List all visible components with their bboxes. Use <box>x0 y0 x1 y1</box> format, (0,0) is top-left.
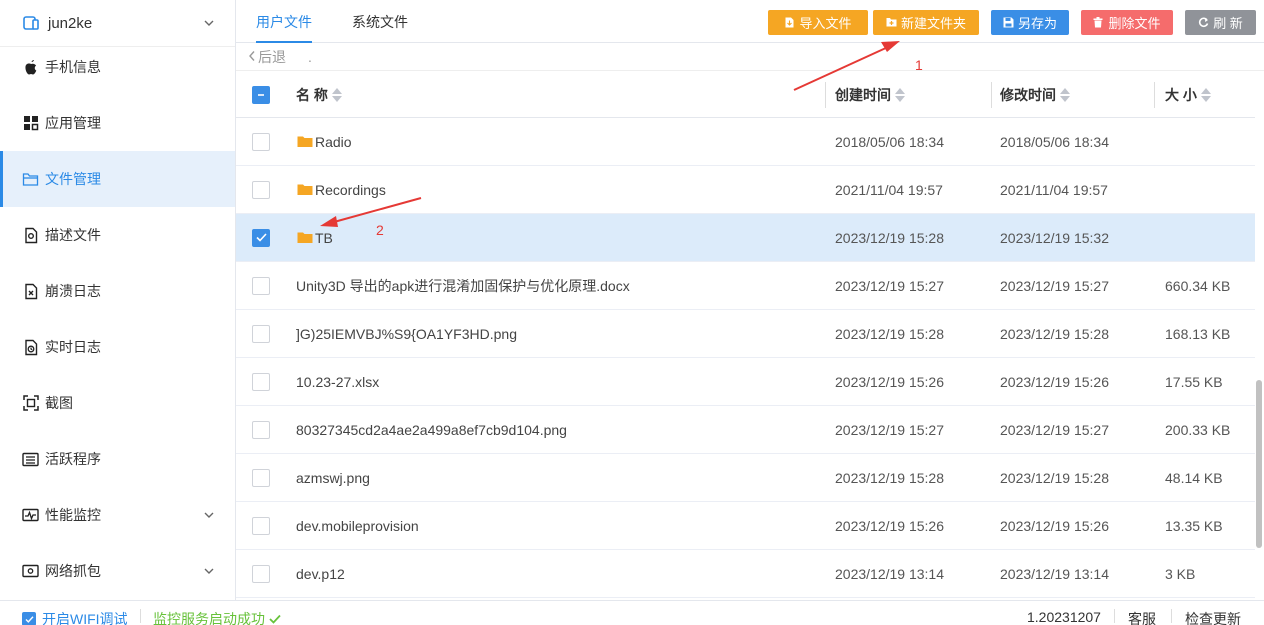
check-update-link[interactable]: 检查更新 <box>1185 609 1241 625</box>
annotation-overlay <box>320 41 900 227</box>
annotation-label-2: 2 <box>376 222 384 238</box>
status-bar: 开启WIFI调试 监控服务启动成功 1.20231207 客服 检查更新 <box>0 600 1264 625</box>
wifi-debug-checkbox[interactable] <box>22 612 36 625</box>
divider <box>140 609 141 623</box>
support-link[interactable]: 客服 <box>1128 609 1156 625</box>
annotation-label-1: 1 <box>915 57 923 73</box>
monitor-status-label: 监控服务启动成功 <box>153 611 265 625</box>
annotation-arrow-2 <box>320 197 422 227</box>
divider <box>1171 609 1172 623</box>
wifi-debug-toggle[interactable]: 开启WIFI调试 <box>22 609 128 625</box>
annotation-arrow-1 <box>793 41 900 91</box>
divider <box>1114 609 1115 623</box>
monitor-status: 监控服务启动成功 <box>153 609 281 625</box>
version-text: 1.20231207 <box>1027 609 1101 625</box>
wifi-debug-label: 开启WIFI调试 <box>42 611 128 625</box>
check-icon <box>269 611 281 625</box>
